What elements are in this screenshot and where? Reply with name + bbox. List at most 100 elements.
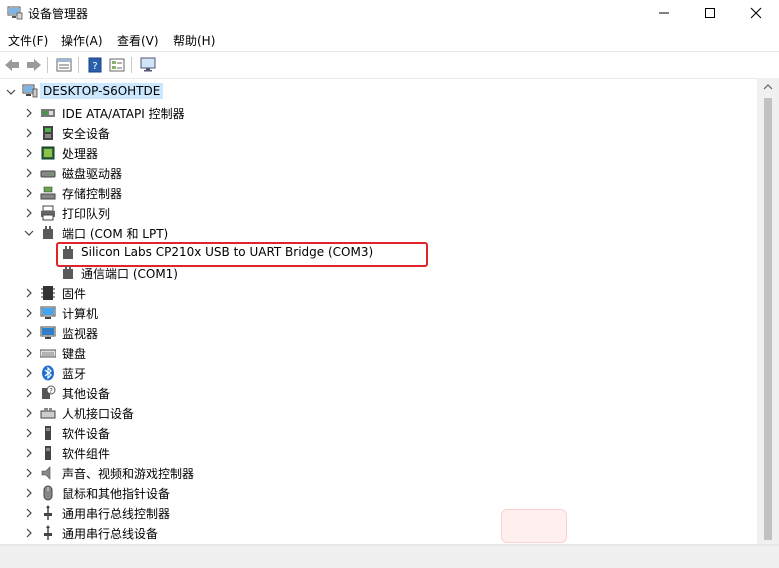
menu-file[interactable]: 文件(F) [8,32,48,49]
properties-button[interactable] [55,56,73,74]
properties-icon [56,58,72,72]
chevron-right-icon [26,148,32,158]
category-item-label[interactable]: 打印队列 [62,205,110,222]
category-item-label[interactable]: 安全设备 [62,125,110,142]
category-item-label[interactable]: 声音、视频和游戏控制器 [62,465,194,482]
toolbar-separator [78,57,79,73]
forward-arrow-icon [27,59,41,71]
details-button[interactable] [108,56,126,74]
chevron-right-icon [26,388,32,398]
chevron-right-icon [26,408,32,418]
expand-toggle-18[interactable] [23,507,35,519]
category-item-label[interactable]: 键盘 [62,345,86,362]
chevron-right-icon [26,328,32,338]
expand-toggle-6[interactable] [23,227,35,239]
expand-toggle-15[interactable] [23,447,35,459]
expand-toggle-9[interactable] [23,327,35,339]
back-button[interactable] [3,56,21,74]
category-item-label[interactable]: 通用串行总线设备 [62,525,158,542]
scan-hardware-button[interactable] [140,56,158,74]
back-arrow-icon [5,59,19,71]
device-item-label[interactable]: 通信端口 (COM1) [81,265,178,282]
chevron-right-icon [26,128,32,138]
chevron-right-icon [26,208,32,218]
category-item-label[interactable]: 处理器 [62,145,98,162]
root-collapse-toggle[interactable] [5,86,17,98]
category-item-label[interactable]: 蓝牙 [62,365,86,382]
port-icon [43,226,53,239]
category-item-label[interactable]: IDE ATA/ATAPI 控制器 [62,105,185,122]
monitor-icon [40,326,56,339]
expand-toggle-17[interactable] [23,487,35,499]
chevron-right-icon [26,168,32,178]
vertical-scroll-thumb[interactable] [764,98,772,540]
forward-button[interactable] [25,56,43,74]
chevron-down-icon [6,89,16,95]
menu-help[interactable]: 帮助(H) [173,32,215,49]
expand-toggle-12[interactable] [23,387,35,399]
port-device-icon [63,246,73,259]
category-item-label[interactable]: 监视器 [62,325,98,342]
horizontal-scrollbar[interactable] [0,546,779,568]
watermark [501,509,567,543]
category-item-label[interactable]: 软件设备 [62,425,110,442]
security-device-icon [43,126,53,140]
software-component-icon [45,446,51,460]
category-item-label[interactable]: 固件 [62,285,86,302]
chevron-right-icon [26,288,32,298]
root-computer-label[interactable]: DESKTOP-S6OHTDE [40,83,164,99]
monitor-icon [140,57,156,72]
keyboard-icon [40,349,56,358]
category-item-label[interactable]: 存储控制器 [62,185,122,202]
expand-toggle-13[interactable] [23,407,35,419]
category-item-label[interactable]: 磁盘驱动器 [62,165,122,182]
expand-toggle-3[interactable] [23,167,35,179]
hid-icon [40,408,56,419]
expand-toggle-1[interactable] [23,127,35,139]
maximize-icon [705,8,715,18]
svg-text:?: ? [49,387,53,395]
minimize-button[interactable] [641,0,687,26]
category-item-label[interactable]: 端口 (COM 和 LPT) [62,225,168,242]
firmware-icon [41,286,55,300]
sound-icon [41,466,51,480]
chevron-right-icon [26,368,32,378]
chevron-right-icon [26,108,32,118]
category-item-label[interactable]: 鼠标和其他指针设备 [62,485,170,502]
expand-toggle-8[interactable] [23,307,35,319]
usb-device-icon [44,525,52,540]
menu-view[interactable]: 查看(V) [117,32,159,49]
category-item-label[interactable]: 人机接口设备 [62,405,134,422]
expand-toggle-5[interactable] [23,207,35,219]
expand-toggle-7[interactable] [23,287,35,299]
device-manager-icon [7,6,23,20]
storage-controller-icon [40,186,56,200]
scroll-up-icon[interactable] [757,80,779,94]
window-title: 设备管理器 [28,7,89,21]
category-item-label[interactable]: 软件组件 [62,445,110,462]
vertical-scrollbar[interactable] [757,78,779,544]
expand-toggle-11[interactable] [23,367,35,379]
expand-toggle-10[interactable] [23,347,35,359]
ide-controller-icon [41,109,55,117]
close-button[interactable] [733,0,779,26]
minimize-icon [659,12,669,14]
help-button[interactable]: ? [86,56,104,74]
device-item-label[interactable]: Silicon Labs CP210x USB to UART Bridge (… [81,245,373,259]
expand-toggle-19[interactable] [23,527,35,539]
chevron-right-icon [26,488,32,498]
category-item-label[interactable]: 计算机 [62,305,98,322]
category-item-label[interactable]: 其他设备 [62,385,110,402]
expand-toggle-14[interactable] [23,427,35,439]
menu-action[interactable]: 操作(A) [61,32,103,49]
mouse-icon [43,485,53,501]
toolbar: ? [0,51,779,79]
category-item-label[interactable]: 通用串行总线控制器 [62,505,170,522]
maximize-button[interactable] [687,0,733,26]
expand-toggle-0[interactable] [23,107,35,119]
expand-toggle-4[interactable] [23,187,35,199]
expand-toggle-2[interactable] [23,147,35,159]
expand-toggle-16[interactable] [23,467,35,479]
chevron-right-icon [26,348,32,358]
chevron-right-icon [26,468,32,478]
